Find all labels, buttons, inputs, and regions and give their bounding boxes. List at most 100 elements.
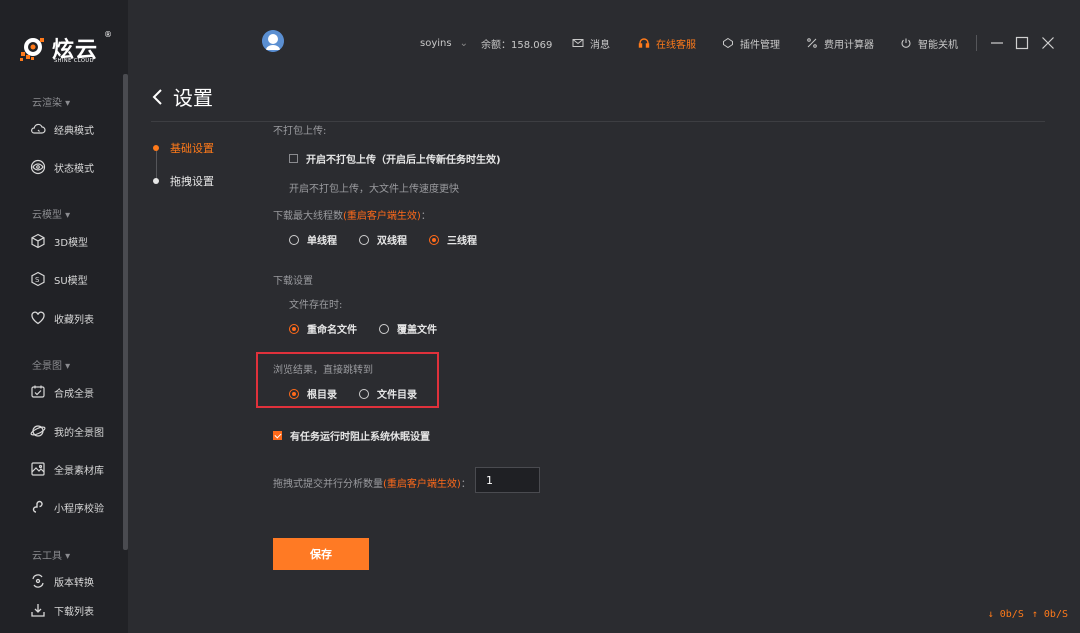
maximize-icon[interactable]	[1015, 36, 1029, 50]
su-hexagon-icon: S	[31, 271, 45, 287]
radio-button[interactable]	[379, 323, 389, 334]
radio-label: 覆盖文件	[397, 325, 437, 336]
threads-label: 下载最大线程数(重启客户端生效)：	[273, 207, 431, 222]
radio-file-dir[interactable]: 文件目录	[359, 386, 417, 401]
radio-button[interactable]	[289, 234, 299, 245]
drag-parallel-count-input[interactable]	[475, 467, 540, 493]
sidebar-group-tools[interactable]: 云工具 ▾	[32, 547, 70, 562]
heart-icon	[31, 311, 45, 325]
radio-double-thread[interactable]: 双线程	[359, 232, 407, 247]
sidebar-scrollbar[interactable]	[123, 74, 128, 550]
cost-calculator-button[interactable]: 费用计算器	[806, 36, 874, 51]
radio-rename-file[interactable]: 重命名文件	[289, 321, 357, 336]
download-speed: ↓ 0b/S	[987, 609, 1024, 620]
chevron-down-icon: ⌄	[459, 37, 468, 49]
no-pack-checkbox[interactable]: 开启不打包上传（开启后上传新任务时生效)	[289, 151, 501, 166]
no-pack-section-label: 不打包上传:	[273, 126, 327, 137]
radio-overwrite-file[interactable]: 覆盖文件	[379, 321, 437, 336]
online-support-button[interactable]: 在线客服	[638, 36, 696, 51]
radio-triple-thread[interactable]: 三线程	[429, 232, 477, 247]
sidebar-item-classic-mode[interactable]: 经典模式	[30, 118, 94, 140]
threads-radio-group: 单线程 双线程 三线程	[289, 232, 499, 247]
save-button[interactable]: 保存	[273, 538, 369, 570]
drag-parallel-label-text: 拖拽式提交并行分析数量	[273, 479, 383, 490]
plugin-icon	[723, 37, 733, 49]
sidebar-item-su-model[interactable]: S SU模型	[30, 268, 88, 290]
sidebar: 炫云 ® SHINE CLOUD 云渲染 ▾ 经典模式 状态模式 云模型 ▾ 3…	[0, 0, 128, 633]
cube-icon	[31, 233, 45, 249]
sidebar-item-label: 版本转换	[54, 577, 94, 589]
sidebar-item-label: 3D模型	[54, 237, 89, 249]
cloud-icon	[31, 123, 46, 134]
threads-restart-note: (重启客户端生效)	[343, 211, 421, 222]
radio-button[interactable]	[289, 323, 299, 334]
close-icon[interactable]	[1041, 36, 1055, 50]
radio-root-dir[interactable]: 根目录	[289, 386, 337, 401]
eye-circle-icon	[30, 159, 46, 175]
radio-label: 重命名文件	[307, 325, 357, 336]
sidebar-group-model[interactable]: 云模型 ▾	[32, 206, 70, 221]
browse-result-radio-group: 根目录 文件目录	[289, 386, 439, 401]
settings-nav-drag[interactable]: 拖拽设置	[153, 173, 214, 189]
settings-nav-label: 拖拽设置	[170, 175, 214, 188]
mail-icon	[572, 39, 584, 47]
no-pack-hint: 开启不打包上传，大文件上传速度更快	[289, 184, 459, 195]
sidebar-item-my-panorama[interactable]: 我的全景图	[30, 420, 104, 442]
support-label: 在线客服	[656, 39, 696, 51]
brand-logo: 炫云 ® SHINE CLOUD	[18, 30, 118, 70]
sidebar-item-version-convert[interactable]: 版本转换	[30, 570, 94, 592]
smart-shutdown-button[interactable]: 智能关机	[900, 36, 958, 51]
sidebar-item-label: 下载列表	[54, 606, 94, 618]
radio-label: 文件目录	[377, 390, 417, 401]
no-pack-checkbox-label: 开启不打包上传（开启后上传新任务时生效)	[306, 155, 501, 166]
settings-nav-basic[interactable]: 基础设置	[153, 140, 214, 156]
download-speed-value: 0b/S	[999, 609, 1024, 620]
prevent-sleep-checkbox[interactable]: 有任务运行时阻止系统休眠设置	[273, 428, 430, 443]
avatar[interactable]	[262, 30, 284, 52]
prevent-sleep-label: 有任务运行时阻止系统休眠设置	[290, 432, 430, 443]
panorama-compose-icon	[31, 385, 45, 398]
messages-button[interactable]: 消息	[572, 36, 610, 51]
sidebar-item-compose-panorama[interactable]: 合成全景	[30, 381, 94, 403]
radio-label: 根目录	[307, 390, 337, 401]
percent-icon	[807, 38, 817, 48]
brand-reg: ®	[104, 30, 112, 39]
sidebar-item-label: 经典模式	[54, 125, 94, 137]
username-dropdown[interactable]: soyins ⌄	[420, 36, 468, 50]
topbar-divider	[976, 35, 977, 51]
upload-speed-value: 0b/S	[1043, 609, 1068, 620]
minimize-icon[interactable]	[990, 36, 1004, 50]
sidebar-item-3d-model[interactable]: 3D模型	[30, 230, 88, 252]
checkbox[interactable]	[289, 154, 298, 163]
shine-cloud-logo-icon	[20, 38, 44, 61]
download-tray-icon	[31, 604, 45, 617]
drag-parallel-label-suffix: ：	[460, 479, 471, 490]
sidebar-item-favorites[interactable]: 收藏列表	[30, 307, 94, 329]
sidebar-group-panorama[interactable]: 全景图 ▾	[32, 357, 70, 372]
radio-single-thread[interactable]: 单线程	[289, 232, 337, 247]
radio-button[interactable]	[429, 234, 439, 245]
power-icon	[901, 38, 911, 48]
orbit-icon	[30, 425, 46, 437]
image-library-icon	[31, 462, 45, 476]
sidebar-group-render[interactable]: 云渲染 ▾	[32, 94, 70, 109]
sidebar-item-label: 小程序校验	[54, 503, 104, 515]
sidebar-item-panorama-library[interactable]: 全景素材库	[30, 458, 104, 480]
sidebar-item-label: 状态模式	[54, 163, 94, 175]
sidebar-item-download-list[interactable]: 下载列表	[30, 599, 94, 621]
sidebar-item-status-mode[interactable]: 状态模式	[30, 156, 94, 178]
checkbox[interactable]	[273, 431, 282, 440]
page-title: 设置	[151, 82, 213, 111]
plugin-manager-button[interactable]: 插件管理	[722, 36, 780, 51]
radio-button[interactable]	[359, 388, 369, 399]
back-chevron-icon[interactable]	[151, 87, 165, 107]
brand-sub: SHINE CLOUD	[54, 58, 94, 64]
upload-speed: ↑ 0b/S	[1031, 609, 1068, 620]
sidebar-item-miniprogram-check[interactable]: 小程序校验	[30, 496, 104, 518]
page-title-text: 设置	[173, 86, 213, 110]
radio-button[interactable]	[359, 234, 369, 245]
radio-label: 单线程	[307, 236, 337, 247]
sidebar-item-label: 收藏列表	[54, 314, 94, 326]
radio-label: 双线程	[377, 236, 407, 247]
radio-button[interactable]	[289, 388, 299, 399]
